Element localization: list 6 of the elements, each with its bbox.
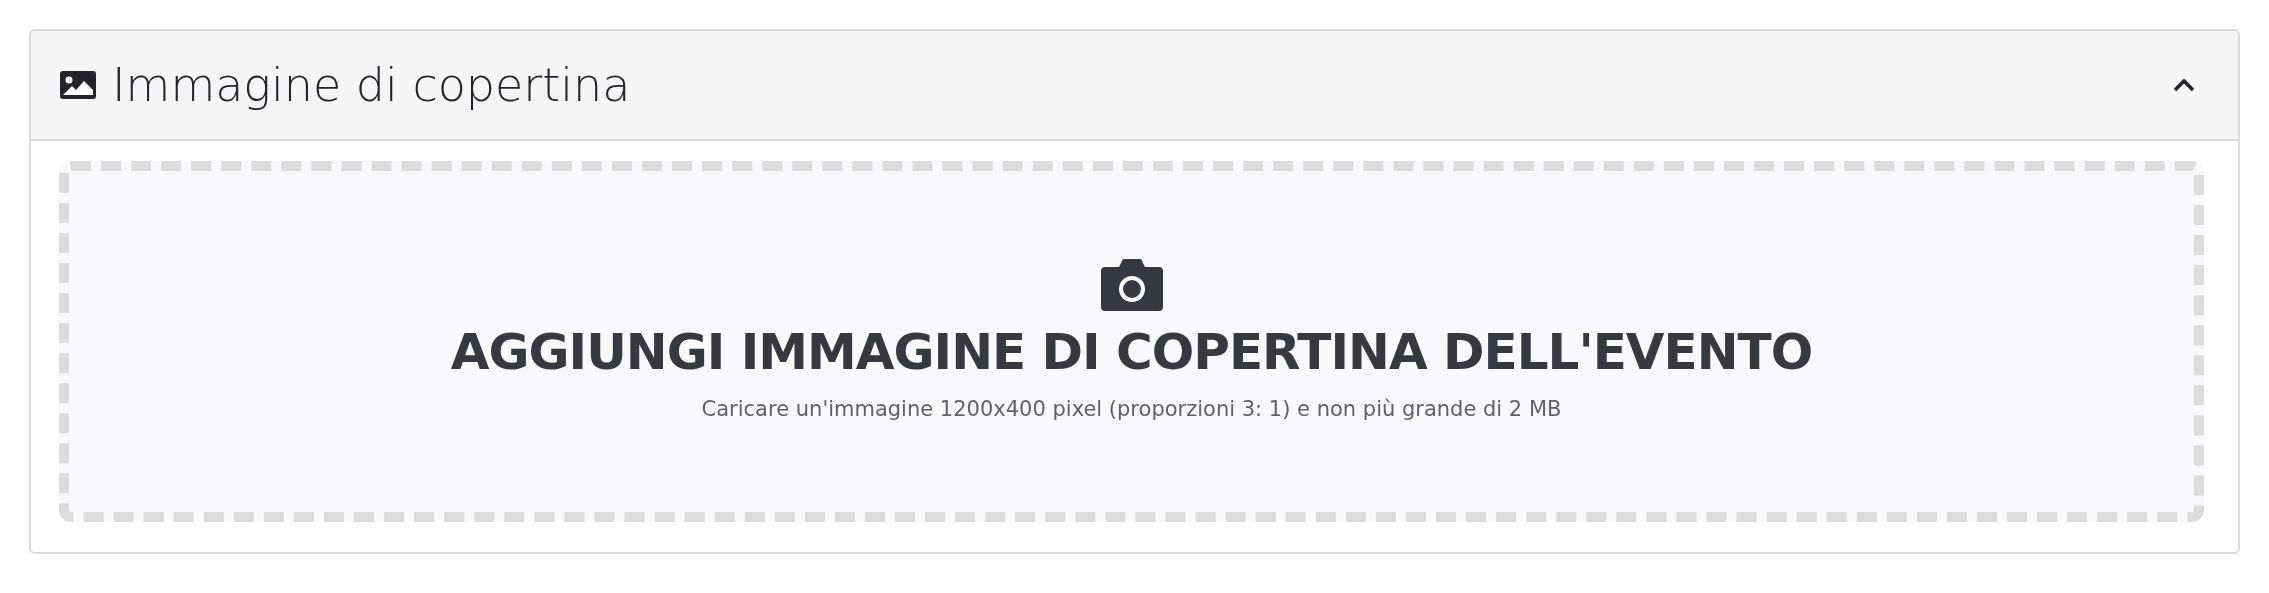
dropzone-heading: AGGIUNGI IMMAGINE DI COPERTINA DELL'EVENTO	[450, 322, 1813, 384]
camera-icon	[1100, 257, 1163, 312]
image-icon	[60, 71, 96, 99]
upload-dropzone[interactable]: AGGIUNGI IMMAGINE DI COPERTINA DELL'EVENTO Caricare un'immagine 1200x400 pixel (proporzioni 3: 1) e non più grande di 2 MB	[59, 161, 2204, 522]
panel-title: Immagine di copertina	[112, 56, 631, 114]
dropzone-hint: Caricare un'immagine 1200x400 pixel (proporzioni 3: 1) e non più grande di 2 MB	[701, 396, 1562, 424]
